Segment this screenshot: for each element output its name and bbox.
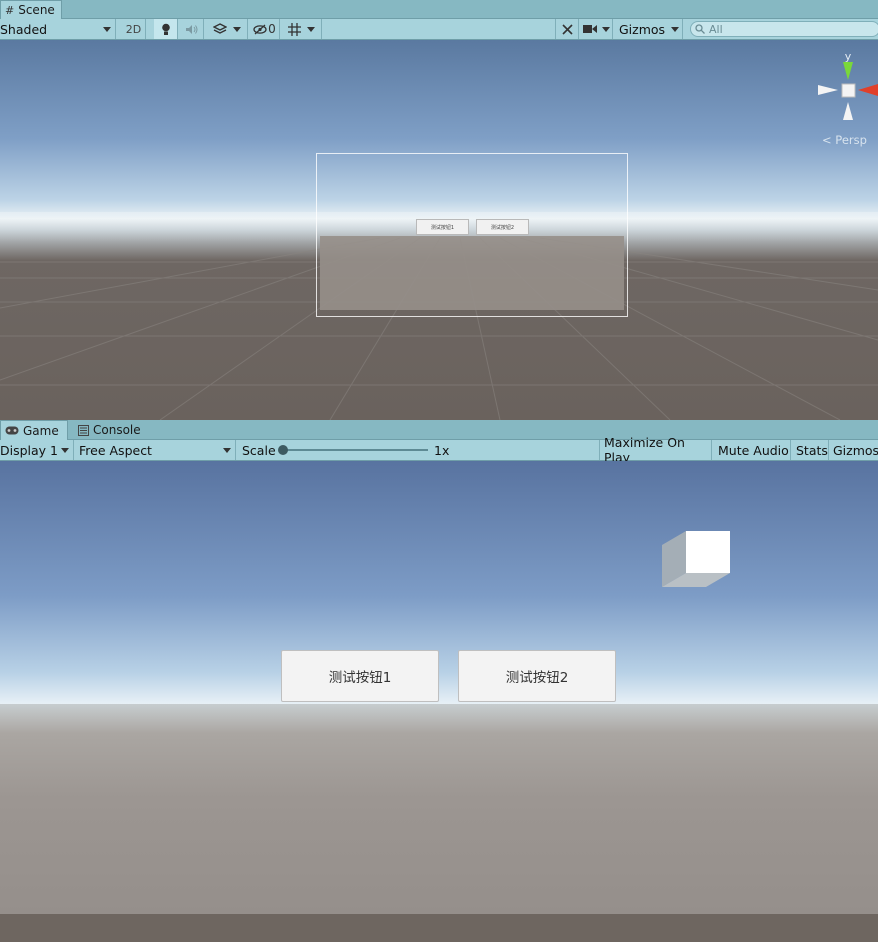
y-axis-cone[interactable]: [843, 62, 853, 80]
chevron-down-icon: [307, 26, 315, 32]
toggle-2d-label: 2D: [125, 22, 142, 36]
grid-snap-icon: [288, 22, 301, 36]
test-button-1-label: 测试按钮1: [328, 670, 392, 686]
hidden-count: 0: [268, 22, 276, 36]
scale-control: Scale 1x: [236, 440, 600, 460]
speaker-icon: [185, 24, 197, 34]
lightbulb-icon: [161, 23, 170, 35]
tools-button[interactable]: [555, 19, 579, 39]
display-dropdown[interactable]: Display 1: [0, 440, 74, 460]
lighting-toggle-button[interactable]: [154, 19, 178, 39]
test-button-1[interactable]: 测试按钮1: [281, 650, 439, 702]
scene-tabstrip: # Scene: [0, 0, 878, 19]
grid-snap-dropdown[interactable]: [282, 19, 322, 39]
layers-icon: [212, 23, 227, 34]
camera-dropdown[interactable]: [581, 19, 613, 39]
game-gizmos-label: Gizmos: [833, 442, 878, 458]
scale-label: Scale: [242, 442, 276, 458]
scene-ui-button-1-label: 测试按钮1: [430, 224, 455, 231]
console-icon: [78, 424, 89, 436]
scene-toolbar: Shaded 2D 0 Gizmos All: [0, 19, 878, 40]
test-button-2-label: 测试按钮2: [505, 670, 569, 686]
game-ground-far: [0, 914, 878, 942]
scene-ui-button-2[interactable]: 测试按钮2: [476, 219, 529, 235]
x-axis-cone[interactable]: [858, 84, 878, 96]
aspect-value: Free Aspect: [79, 442, 152, 458]
scale-slider[interactable]: [278, 445, 428, 455]
chevron-down-icon: [103, 26, 111, 32]
chevron-down-icon: [602, 26, 610, 32]
toggle-2d-button[interactable]: 2D: [122, 19, 146, 39]
search-placeholder: All: [709, 22, 723, 36]
draw-mode-dropdown[interactable]: Shaded: [0, 19, 116, 39]
gizmos-label: Gizmos: [619, 21, 666, 37]
game-ground: [0, 704, 878, 914]
projection-toggle[interactable]: < Persp: [822, 133, 867, 147]
scene-search-input[interactable]: All: [690, 21, 878, 37]
stats-label: Stats: [796, 442, 828, 458]
game-gizmos-button[interactable]: Gizmos: [829, 440, 878, 460]
tools-icon: [561, 23, 573, 35]
gizmos-dropdown[interactable]: Gizmos: [615, 19, 683, 39]
tab-console[interactable]: Console: [74, 420, 147, 440]
neg-x-axis-cone[interactable]: [818, 85, 838, 95]
canvas-bounds[interactable]: [316, 153, 628, 317]
scene-ui-button-1[interactable]: 测试按钮1: [416, 219, 469, 235]
search-icon: [695, 24, 705, 34]
cube-object: [662, 529, 734, 589]
y-axis-label: y: [845, 50, 852, 63]
game-toolbar: Display 1 Free Aspect Scale 1x Maximize …: [0, 435, 878, 465]
chevron-down-icon: [223, 447, 231, 453]
hidden-objects-button[interactable]: 0: [250, 19, 280, 39]
audio-toggle-button[interactable]: [180, 19, 204, 39]
tab-scene-label: Scene: [18, 3, 55, 17]
scale-slider-thumb[interactable]: [278, 445, 288, 455]
scale-value: 1x: [434, 442, 450, 458]
mute-audio-button[interactable]: Mute Audio: [712, 440, 791, 460]
tab-console-label: Console: [93, 423, 141, 437]
grid-icon: #: [5, 3, 15, 17]
test-button-2[interactable]: 测试按钮2: [458, 650, 616, 702]
aspect-dropdown[interactable]: Free Aspect: [74, 440, 236, 460]
tab-scene[interactable]: # Scene: [0, 0, 62, 19]
scene-viewport[interactable]: 测试按钮1 测试按钮2 y < Persp: [0, 40, 878, 420]
eye-slash-icon: [253, 24, 267, 34]
display-value: Display 1: [0, 442, 59, 458]
tab-game[interactable]: Game: [0, 420, 68, 440]
tab-game-label: Game: [23, 423, 59, 438]
maximize-on-play-button[interactable]: Maximize On Play: [600, 435, 712, 465]
neg-y-axis-cone[interactable]: [843, 102, 853, 120]
chevron-down-icon: [671, 26, 680, 32]
game-tabstrip: Game Console: [0, 420, 878, 440]
chevron-down-icon: [61, 447, 69, 453]
camera-icon: [583, 25, 597, 33]
stats-button[interactable]: Stats: [791, 440, 829, 460]
effects-dropdown[interactable]: [206, 19, 248, 39]
draw-mode-value: Shaded: [0, 21, 48, 37]
mute-audio-label: Mute Audio: [718, 442, 789, 458]
game-viewport[interactable]: 测试按钮1 测试按钮2: [0, 461, 878, 942]
gamepad-icon: [5, 426, 19, 435]
chevron-down-icon: [232, 26, 241, 32]
scene-ui-button-2-label: 测试按钮2: [490, 224, 515, 231]
gizmo-center-cube[interactable]: [841, 83, 856, 98]
